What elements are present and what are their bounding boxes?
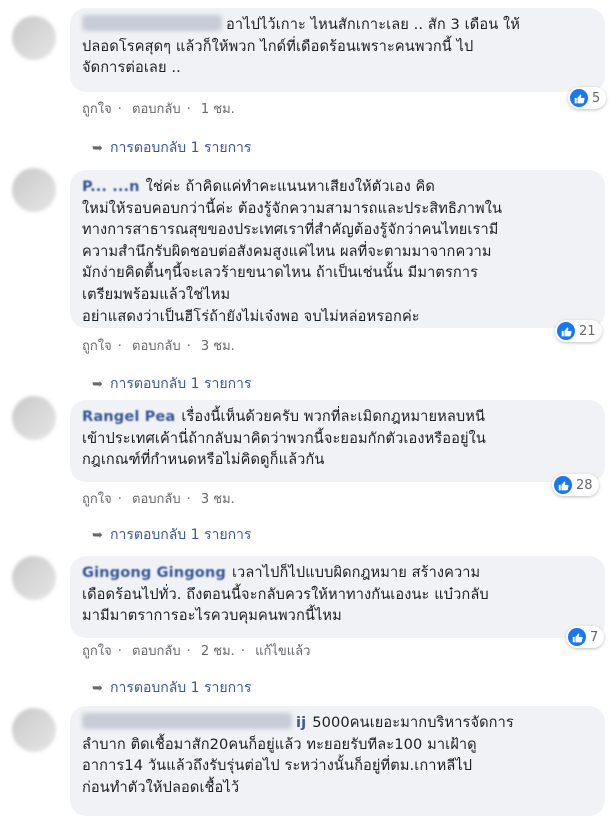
commenter-name[interactable]: Rangel Pea	[82, 408, 175, 425]
comment-bubble: Gingong Gingong เวลาไปก็ไปแบบผิดกฎหมาย สร…	[70, 556, 605, 638]
view-replies[interactable]: ➥ การตอบกลับ 1 รายการ	[92, 137, 251, 159]
reaction-count[interactable]: 7	[566, 626, 605, 648]
comment-text: ปลอดโรคสุดๆ แล้วก็ให้พวก ไกด์ที่เดือดร้อ…	[82, 37, 474, 77]
view-replies[interactable]: ➥ การตอบกลับ 1 รายการ	[92, 677, 251, 699]
reaction-count[interactable]: 21	[555, 320, 602, 342]
reply-arrow-icon: ➥	[92, 377, 103, 392]
comment-text: เดือดร้อนไปทั่ว. ถึงตอนนี้จะกลับควรให้หา…	[82, 585, 489, 625]
avatar[interactable]	[12, 168, 56, 212]
reply-link[interactable]: ตอบกลับ	[132, 644, 181, 659]
reply-arrow-icon: ➥	[92, 141, 103, 156]
timestamp[interactable]: 3 ชม.	[201, 339, 235, 354]
reaction-count[interactable]: 5	[568, 87, 607, 109]
like-link[interactable]: ถูกใจ	[82, 339, 112, 354]
avatar[interactable]	[12, 16, 56, 60]
thumbs-up-icon	[554, 476, 572, 494]
view-replies[interactable]: ➥ การตอบกลับ 1 รายการ	[92, 373, 251, 395]
comment-bubble: P... ...n ใช่ค่ะ ถ้าคิดแค่ทำคะแนนหาเสียงใ…	[70, 170, 605, 328]
like-link[interactable]: ถูกใจ	[82, 644, 112, 659]
comment-text: ลำบาก ติดเชื้อมาสัก20คนก็อยู่แล้ว ทะยอยร…	[82, 735, 477, 796]
comment-meta: ถูกใจ · ตอบกลับ · 2 ชม. · แก้ไขแล้ว	[82, 644, 311, 659]
like-link[interactable]: ถูกใจ	[82, 492, 112, 507]
avatar[interactable]	[12, 708, 56, 752]
comment-text-first: เรื่องนี้เห็นด้วยครับ พวกที่ละเมิดกฎหมาย…	[181, 408, 486, 425]
view-replies[interactable]: ➥ การตอบกลับ 1 รายการ	[92, 524, 251, 546]
timestamp[interactable]: 1 ชม.	[201, 102, 235, 117]
comment-text: ใหม่ให้รอบคอบกว่านี้ค่ะ ต้องรู้จักความสา…	[82, 199, 503, 325]
reply-link[interactable]: ตอบกลับ	[132, 102, 181, 117]
comment-text-first: เวลาไปก็ไปแบบผิดกฎหมาย สร้างความ	[231, 564, 481, 581]
comment-bubble: Rangel Pea เรื่องนี้เห็นด้วยครับ พวกที่ละ…	[70, 400, 605, 482]
comment-bubble: อาไปไว้เกาะ ไหนสักเกาะเลย .. สัก 3 เดือน…	[70, 8, 605, 92]
timestamp[interactable]: 2 ชม.	[201, 644, 235, 659]
commenter-name[interactable]: P... ...n	[82, 178, 140, 195]
commenter-name-redacted[interactable]	[82, 713, 292, 729]
comment-text-first: อาไปไว้เกาะ ไหนสักเกาะเลย .. สัก 3 เดือน…	[226, 16, 520, 33]
comment-meta: ถูกใจ · ตอบกลับ · 1 ชม.	[82, 102, 235, 117]
comment-bubble: ij 5000คนเยอะมากบริหารจัดการ ลำบาก ติดเชื…	[70, 706, 605, 816]
thumbs-up-icon	[557, 322, 575, 340]
thumbs-up-icon	[568, 628, 586, 646]
commenter-name-redacted[interactable]	[82, 15, 222, 31]
comment-text-first: ใช่ค่ะ ถ้าคิดแค่ทำคะแนนหาเสียงให้ตัวเอง …	[145, 178, 436, 195]
commenter-name-tail[interactable]: ij	[296, 714, 306, 731]
comment-text-first: 5000คนเยอะมากบริหารจัดการ	[312, 714, 514, 731]
avatar[interactable]	[12, 556, 56, 600]
reply-link[interactable]: ตอบกลับ	[132, 492, 181, 507]
comment-meta: ถูกใจ · ตอบกลับ · 3 ชม.	[82, 492, 235, 507]
commenter-name[interactable]: Gingong Gingong	[82, 564, 226, 581]
timestamp[interactable]: 3 ชม.	[201, 492, 235, 507]
comment-text: เข้าประเทศเค้านี่ถ้ากลับมาคิดว่าพวกนี้จะ…	[82, 429, 486, 469]
reply-link[interactable]: ตอบกลับ	[132, 339, 181, 354]
like-link[interactable]: ถูกใจ	[82, 102, 112, 117]
reaction-count[interactable]: 28	[552, 474, 599, 496]
comment-meta: ถูกใจ · ตอบกลับ · 3 ชม.	[82, 339, 235, 354]
avatar[interactable]	[12, 396, 56, 440]
reply-arrow-icon: ➥	[92, 528, 103, 543]
edited-label[interactable]: แก้ไขแล้ว	[255, 644, 310, 659]
thumbs-up-icon	[570, 89, 588, 107]
reply-arrow-icon: ➥	[92, 681, 103, 696]
